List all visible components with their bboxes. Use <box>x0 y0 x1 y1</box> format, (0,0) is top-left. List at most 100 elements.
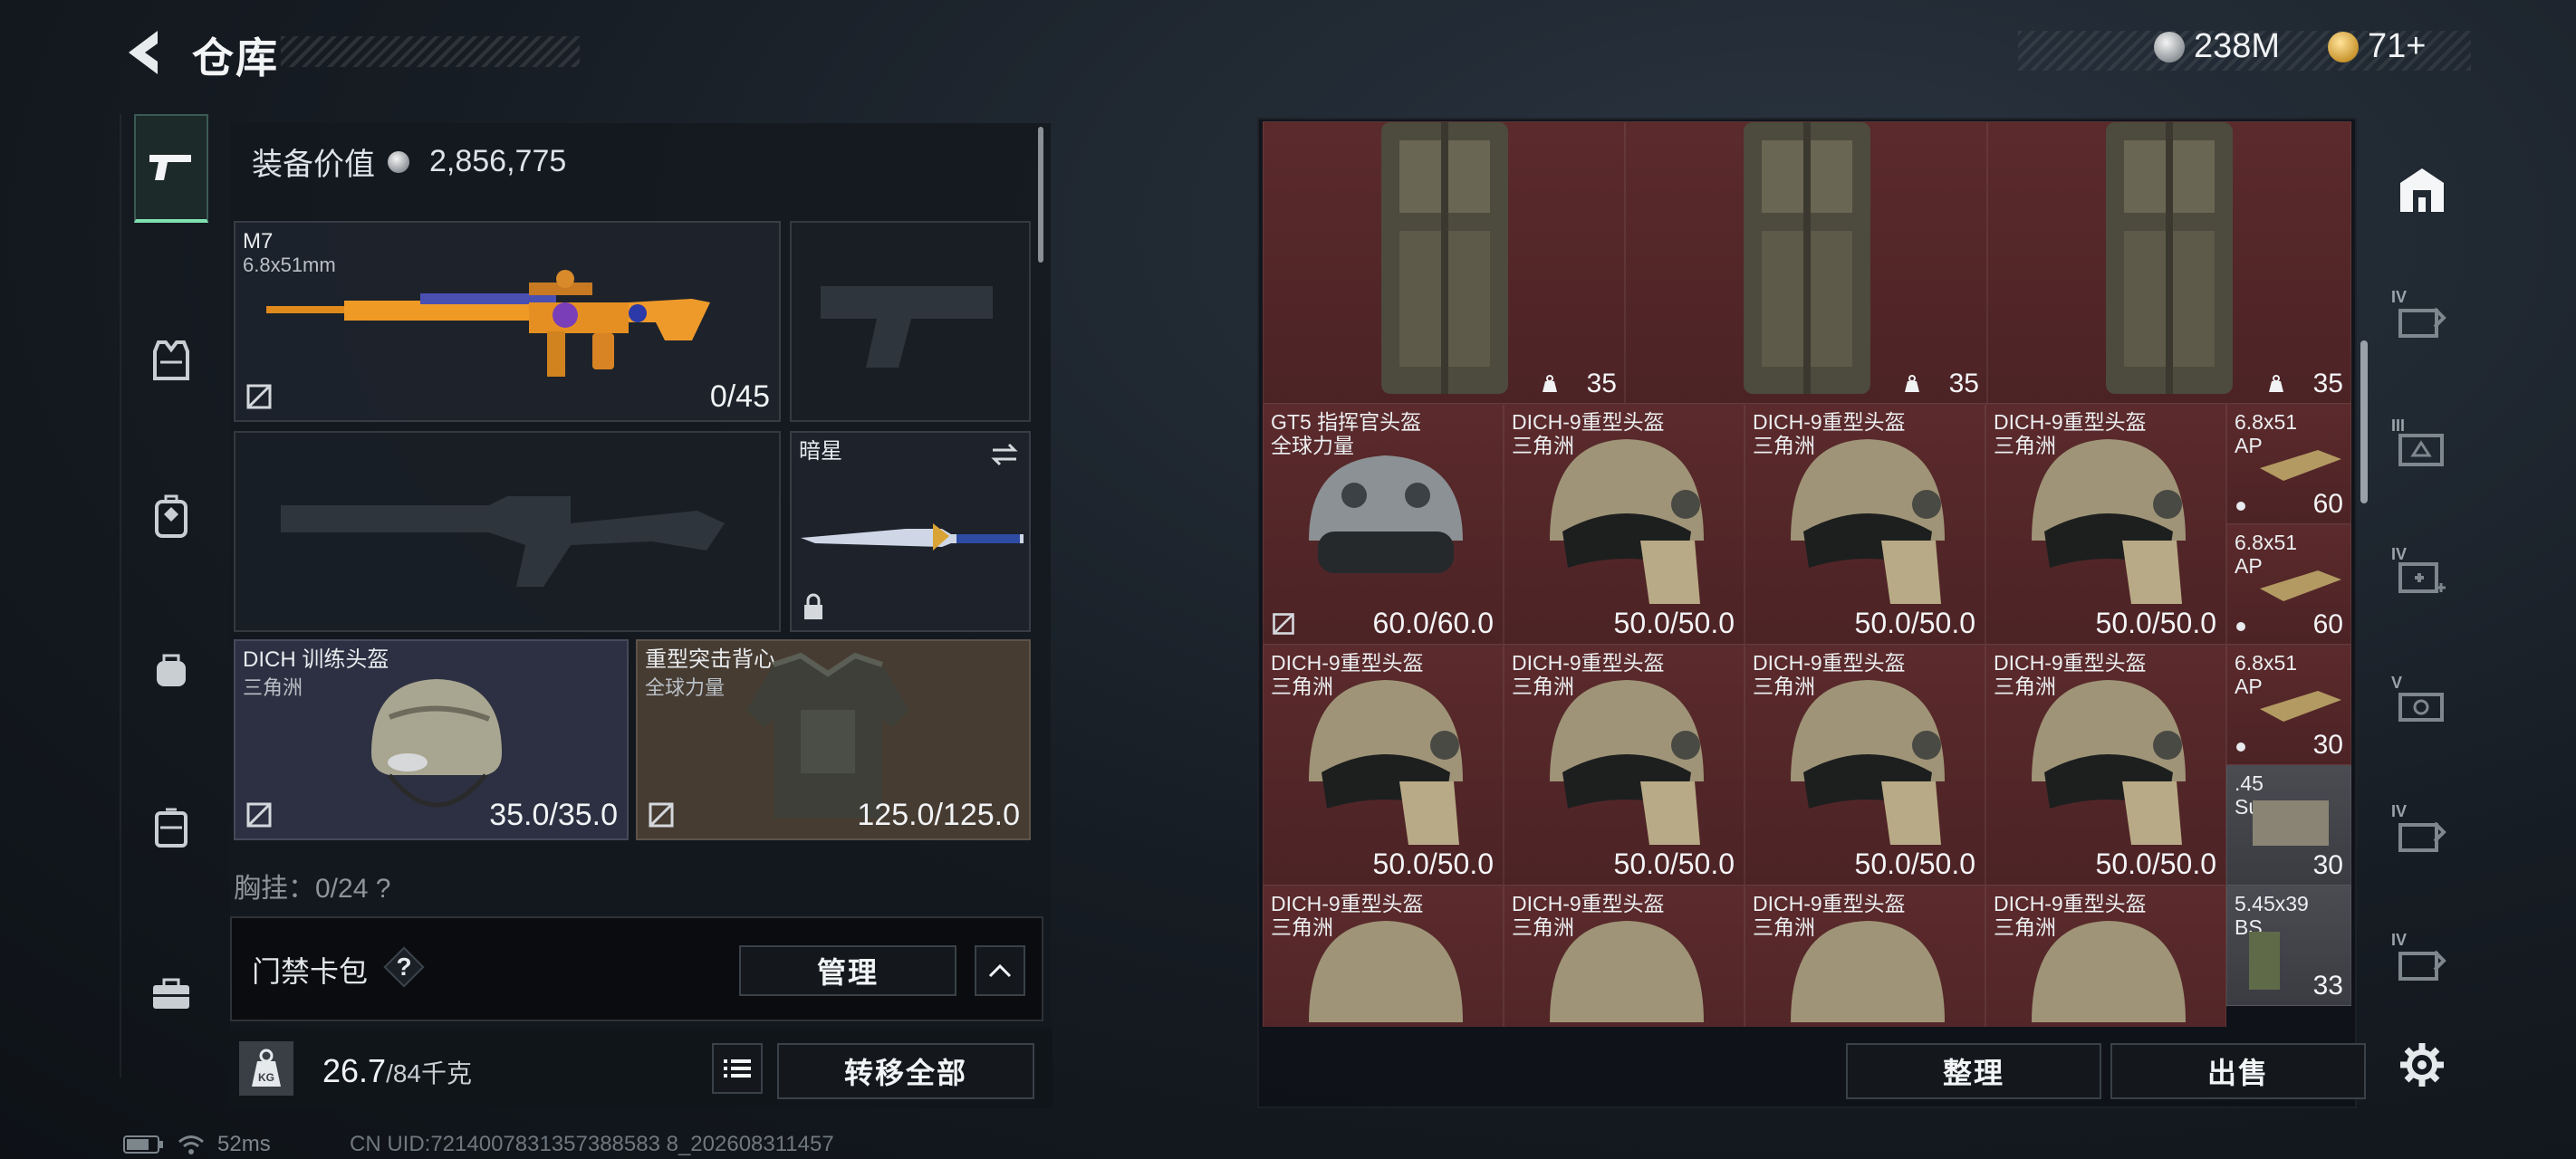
category-backpack[interactable] <box>134 462 208 570</box>
ammo-box-image <box>2260 450 2341 481</box>
tab-expansion-box[interactable]: III <box>2386 411 2458 484</box>
silver-coin-icon <box>388 150 409 173</box>
weight-icon <box>2269 375 2283 392</box>
chest-rig-row[interactable]: 胸挂：0/24 ? <box>234 866 1031 902</box>
rig-icon <box>155 808 187 848</box>
helmet-slot[interactable]: DICH 训练头盔 三角洲 35.0/35.0 <box>234 639 629 840</box>
ammo-item[interactable]: 6.8x51 AP 60 <box>2226 404 2351 524</box>
heavy-helmet-image <box>2032 680 2186 845</box>
transfer-all-button[interactable]: 转移全部 <box>777 1043 1034 1099</box>
helmet-item[interactable]: DICH-9重型头盔 三角洲 <box>1504 886 1745 1027</box>
helmet-item[interactable]: GT5 指挥官头盔 全球力量 60.0/60.0 <box>1263 404 1504 645</box>
list-view-button[interactable] <box>712 1043 763 1094</box>
expand-button[interactable] <box>975 945 1025 996</box>
ammo-item[interactable]: .45 Super 30 <box>2226 765 2351 886</box>
not-insured-icon <box>246 802 272 828</box>
backpack-icon <box>155 494 187 538</box>
gold-currency[interactable]: 71+ <box>2328 27 2426 66</box>
heavy-helmet-image <box>1550 921 1704 1022</box>
equipment-value: 装备价值 2,856,775 <box>252 144 567 182</box>
pistol-placeholder-icon <box>821 286 993 368</box>
uid-text: CN UID:7214007831357388583 8_20260831145… <box>350 1132 834 1156</box>
category-chest-rig[interactable] <box>134 773 208 882</box>
category-bag[interactable] <box>134 616 208 724</box>
helmet-item[interactable]: DICH-9重型头盔 三角洲 50.0/50.0 <box>1985 645 2226 886</box>
rifle-placeholder-icon <box>281 496 725 587</box>
knife-image <box>801 523 1024 551</box>
tab-ammo-box[interactable]: V <box>2386 668 2458 741</box>
manage-button[interactable]: 管理 <box>739 945 956 996</box>
ammo-item[interactable]: 5.45x39 BS 33 <box>2226 886 2351 1006</box>
ammo-dot <box>2236 502 2245 511</box>
helmet-item[interactable]: DICH-9重型头盔 三角洲 <box>1745 886 1985 1027</box>
tab-expansion-box[interactable]: IV <box>2386 797 2458 869</box>
ammo-item[interactable]: 6.8x51 AP 60 <box>2226 524 2351 645</box>
lock-icon <box>804 593 822 619</box>
helmet-item[interactable]: DICH-9重型头盔 三角洲 50.0/50.0 <box>1504 645 1745 886</box>
backpack-image <box>1381 122 1508 394</box>
tab-expansion-box[interactable]: IV <box>2386 925 2458 998</box>
secondary-weapon-slot[interactable] <box>790 221 1031 422</box>
helmet-item[interactable]: DICH-9重型头盔 三角洲 <box>1985 886 2226 1027</box>
heavy-helmet-image <box>1309 680 1463 845</box>
ammo-dot <box>2236 622 2245 631</box>
tab-medical-box[interactable]: IV <box>2386 540 2458 612</box>
ping-text: 52ms <box>217 1132 271 1156</box>
tab-main-storage[interactable] <box>2386 154 2458 226</box>
not-insured-icon <box>1273 613 1294 635</box>
wifi-icon <box>178 1135 204 1154</box>
heavy-helmet-image <box>1791 921 1945 1022</box>
silver-currency[interactable]: 238M <box>2154 27 2280 66</box>
backpack-image <box>1744 122 1870 394</box>
helmet-item[interactable]: DICH-9重型头盔 三角洲 <box>1263 886 1504 1027</box>
storage-icon <box>2400 168 2444 212</box>
help-icon[interactable]: ? <box>386 949 422 985</box>
sort-button[interactable]: 整理 <box>1846 1043 2101 1099</box>
toolbox-icon <box>153 978 189 1009</box>
backpack-item[interactable]: 35 <box>1625 121 1987 404</box>
weight-value: 26.7/84千克 <box>322 1052 473 1089</box>
primary-weapon-slot[interactable]: M7 6.8x51mm 0/45 <box>234 221 781 422</box>
battery-icon <box>123 1135 163 1154</box>
primary-weapon-2-slot[interactable] <box>234 431 781 632</box>
backpack-item[interactable]: 35 <box>1987 121 2351 404</box>
heavy-helmet-image <box>2032 439 2186 604</box>
heavy-helmet-image <box>1791 680 1945 845</box>
melee-slot[interactable]: 暗星 <box>790 431 1031 632</box>
weight-icon <box>1905 375 1919 392</box>
page-title: 仓库 <box>192 34 279 81</box>
ammo-box-image <box>2260 691 2341 722</box>
storage-tabs: IV III IV V IV IV <box>2371 123 2473 1119</box>
helmet-item[interactable]: DICH-9重型头盔 三角洲 50.0/50.0 <box>1745 645 1985 886</box>
not-insured-icon <box>649 802 674 828</box>
back-button[interactable] <box>123 27 163 78</box>
armor-slot[interactable]: 重型突击背心 全球力量 125.0/125.0 <box>636 639 1031 840</box>
ammo-dot <box>2236 742 2245 752</box>
list-icon <box>724 1059 751 1078</box>
swap-icon[interactable] <box>989 442 1020 467</box>
ammo-box-image <box>2260 570 2341 601</box>
training-helmet-image <box>371 679 502 808</box>
rifle-image <box>266 270 710 377</box>
helmet-item[interactable]: DICH-9重型头盔 三角洲 50.0/50.0 <box>1263 645 1504 886</box>
svg-text:KG: KG <box>258 1071 274 1084</box>
settings-button[interactable] <box>2386 1029 2458 1101</box>
helmet-item[interactable]: DICH-9重型头盔 三角洲 50.0/50.0 <box>1745 404 1985 645</box>
backpack-item[interactable]: 35 <box>1263 121 1625 404</box>
storage-scrollbar[interactable] <box>2360 340 2368 503</box>
helmet-item[interactable]: DICH-9重型头盔 三角洲 50.0/50.0 <box>1985 404 2226 645</box>
category-armor[interactable] <box>134 306 208 415</box>
category-weapons[interactable] <box>134 114 208 223</box>
storage-grid: 35 35 35 GT5 指挥官头盔 全球力量 60.0/60.0 DICH-9… <box>1263 121 2351 1027</box>
weight-icon <box>1543 375 1557 392</box>
status-bar: 52ms <box>123 1132 271 1157</box>
tab-expansion-box[interactable]: IV <box>2386 283 2458 355</box>
sell-button[interactable]: 出售 <box>2110 1043 2366 1099</box>
ammo-item[interactable]: 6.8x51 AP 30 <box>2226 645 2351 765</box>
category-toolbox[interactable] <box>134 940 208 1049</box>
commander-helmet-image <box>1309 455 1463 573</box>
equipment-scrollbar[interactable] <box>1038 127 1043 263</box>
helmet-item[interactable]: DICH-9重型头盔 三角洲 50.0/50.0 <box>1504 404 1745 645</box>
gear-icon <box>2400 1043 2444 1087</box>
not-insured-icon <box>246 384 272 409</box>
